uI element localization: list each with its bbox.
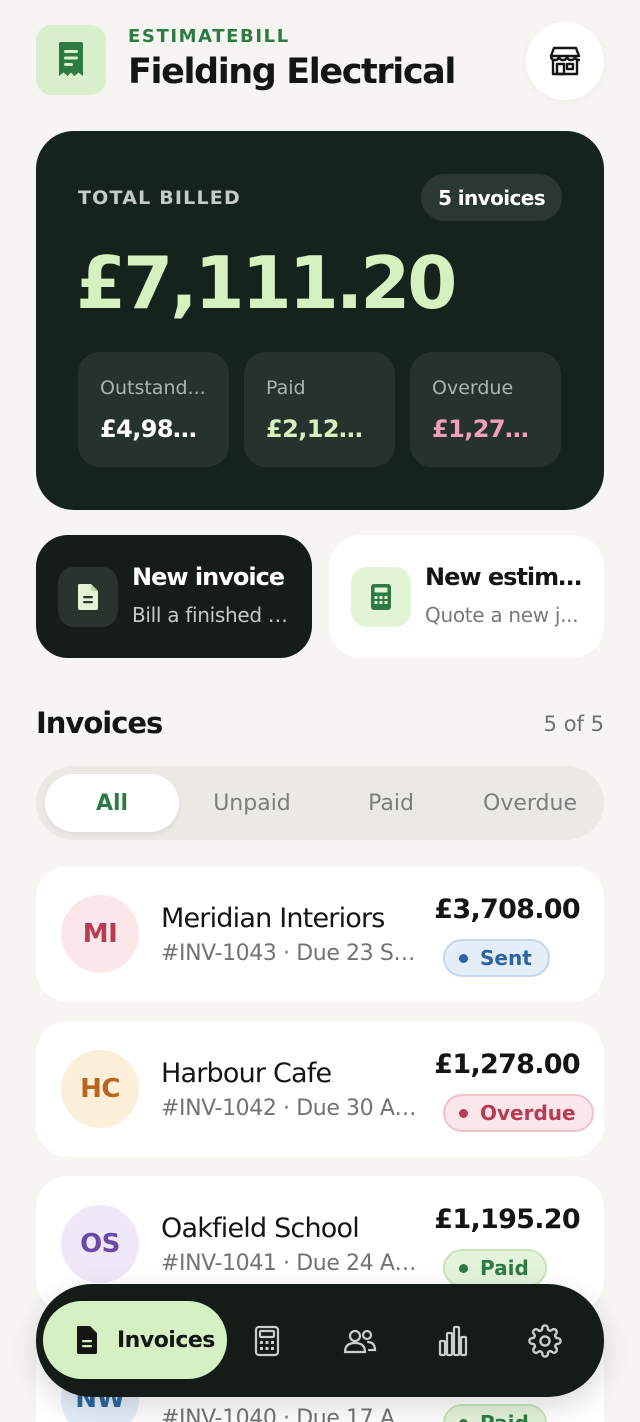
stat-paid[interactable]: Paid £2,125... <box>244 352 395 467</box>
status-label: Sent <box>480 946 532 970</box>
business-switch-button[interactable] <box>526 22 604 100</box>
invoice-icon <box>77 1326 97 1354</box>
tab-all[interactable]: All <box>45 774 179 832</box>
nav-estimates[interactable] <box>247 1321 287 1361</box>
action-title: New estima... <box>425 563 583 591</box>
brand-name: ESTIMATEBILL <box>128 26 290 47</box>
tab-paid[interactable]: Paid <box>325 774 457 832</box>
stat-overdue[interactable]: Overdue £1,278... <box>410 352 561 467</box>
nav-clients[interactable] <box>340 1321 380 1361</box>
stat-outstanding[interactable]: Outstand... £4,986... <box>78 352 229 467</box>
document-icon <box>58 567 118 627</box>
invoice-meta: #INV-1041 · Due 24 Aug <box>161 1251 421 1276</box>
action-subtitle: Bill a finished j... <box>132 603 288 627</box>
stat-value: £2,125... <box>266 415 377 443</box>
clients-icon <box>343 1329 377 1354</box>
invoice-meta: #INV-1040 · Due 17 Aug <box>161 1406 421 1422</box>
summary-stats: Outstand... £4,986... Paid £2,125... Ove… <box>78 352 562 467</box>
stat-label: Outstand... <box>100 377 206 399</box>
app-header: ESTIMATEBILL Fielding Electrical <box>36 22 604 100</box>
business-name: Fielding Electrical <box>128 52 456 92</box>
new-invoice-button[interactable]: New invoice Bill a finished j... <box>36 535 312 658</box>
nav-reports[interactable] <box>433 1321 473 1361</box>
nav-invoices[interactable]: Invoices <box>43 1301 227 1379</box>
calculator-icon <box>351 567 411 627</box>
client-avatar: MI <box>61 895 139 973</box>
invoice-row[interactable]: HC Harbour Cafe #INV-1042 · Due 30 Aug £… <box>36 1021 604 1157</box>
invoice-count-badge: 5 invoices <box>421 174 562 221</box>
nav-settings[interactable] <box>525 1321 565 1361</box>
tab-unpaid[interactable]: Unpaid <box>183 774 321 832</box>
calculator-icon <box>254 1325 280 1357</box>
invoice-meta: #INV-1043 · Due 23 Se... <box>161 941 421 966</box>
status-label: Overdue <box>480 1101 576 1125</box>
store-icon <box>549 46 581 76</box>
stat-label: Paid <box>266 377 306 399</box>
status-dot-icon <box>459 1418 468 1422</box>
invoice-amount: £3,708.00 <box>434 894 580 925</box>
status-badge: Paid <box>443 1249 547 1287</box>
action-title: New invoice <box>132 563 285 591</box>
status-dot-icon <box>459 953 468 963</box>
invoice-row[interactable]: MI Meridian Interiors #INV-1043 · Due 23… <box>36 866 604 1002</box>
status-label: Paid <box>480 1256 529 1280</box>
invoice-filter-tabs: All Unpaid Paid Overdue <box>36 766 604 840</box>
client-avatar: HC <box>61 1050 139 1128</box>
invoice-amount: £1,278.00 <box>434 1049 580 1080</box>
invoices-heading: Invoices <box>36 706 163 740</box>
stat-value: £4,986... <box>100 415 211 443</box>
bottom-navigation: Invoices <box>36 1284 604 1397</box>
status-badge: Sent <box>443 939 550 977</box>
nav-label: Invoices <box>117 1327 215 1353</box>
status-badge: Paid <box>443 1404 547 1422</box>
billing-summary-card: TOTAL BILLED 5 invoices £7,111.20 Outsta… <box>36 131 604 510</box>
receipt-logo-icon <box>36 25 106 95</box>
client-name: Meridian Interiors <box>161 903 385 934</box>
total-billed-label: TOTAL BILLED <box>78 187 241 209</box>
tab-overdue[interactable]: Overdue <box>461 774 599 832</box>
status-dot-icon <box>459 1263 468 1273</box>
stat-label: Overdue <box>432 377 514 399</box>
new-estimate-button[interactable]: New estima... Quote a new j... <box>329 535 604 658</box>
settings-icon <box>528 1324 562 1358</box>
invoice-meta: #INV-1042 · Due 30 Aug <box>161 1096 421 1121</box>
client-name: Oakfield School <box>161 1213 360 1244</box>
client-name: Harbour Cafe <box>161 1058 332 1089</box>
status-dot-icon <box>459 1108 468 1118</box>
status-label: Paid <box>480 1411 529 1422</box>
action-subtitle: Quote a new j... <box>425 603 579 627</box>
reports-icon <box>438 1325 468 1357</box>
status-badge: Overdue <box>443 1094 594 1132</box>
client-avatar: OS <box>61 1205 139 1283</box>
total-billed-amount: £7,111.20 <box>76 241 457 325</box>
invoice-amount: £1,195.20 <box>434 1204 580 1235</box>
invoices-count: 5 of 5 <box>543 712 604 736</box>
stat-value: £1,278... <box>432 415 543 443</box>
